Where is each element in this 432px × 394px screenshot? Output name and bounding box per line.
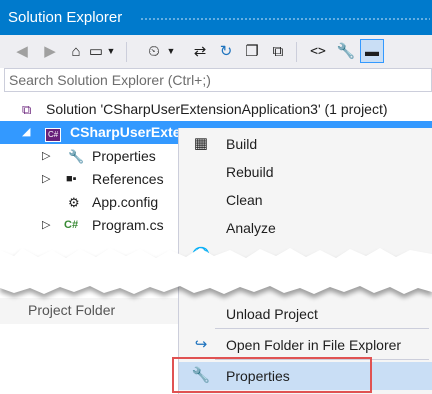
pin-icon[interactable]: ▬ (360, 39, 384, 63)
open-folder-arrow-icon: ↪ (194, 336, 208, 353)
solution-label: Solution 'CSharpUserExtensionApplication… (46, 101, 388, 117)
csharp-file-icon: C# (64, 219, 79, 231)
menu-item-clean[interactable]: Clean (179, 186, 432, 214)
dropdown-icon[interactable]: ▼ (104, 39, 118, 63)
window-title-bar: Solution Explorer (0, 0, 432, 35)
back-icon[interactable]: ◀ (10, 39, 34, 63)
collapse-all-icon[interactable]: ❐ (240, 39, 264, 63)
callout-highlight-box (172, 357, 372, 393)
collapsed-arrow-icon[interactable]: ▷ (42, 145, 50, 168)
build-icon: ▦ (193, 135, 209, 152)
title-grip (140, 17, 430, 22)
tree-item-solution[interactable]: ⧉ Solution 'CSharpUserExtensionApplicati… (0, 98, 432, 121)
expanded-arrow-icon[interactable]: ◢ (22, 121, 30, 144)
menu-item-label: Unload Project (226, 306, 318, 322)
menu-item-build[interactable]: ▦ Build (179, 130, 432, 158)
menu-item-open-folder[interactable]: ↪ Open Folder in File Explorer (179, 331, 432, 359)
csharp-project-icon: C# (45, 121, 62, 144)
forward-icon[interactable]: ▶ (38, 39, 62, 63)
project-folder-label: Project Folder (28, 302, 116, 318)
sync-icon[interactable]: ⇄ (188, 39, 212, 63)
torn-edge-graphic (0, 248, 432, 298)
code-icon[interactable]: <> (306, 39, 330, 63)
wrench-icon: 🔧 (68, 149, 85, 164)
history-icon[interactable]: ⏲ (142, 39, 166, 63)
tree-item-label: App.config (92, 194, 159, 210)
tree-item-label: Program.cs (92, 217, 164, 233)
references-icon: ■▪ (66, 173, 77, 185)
collapsed-arrow-icon[interactable]: ▷ (42, 214, 50, 237)
refresh-icon[interactable]: ↻ (214, 39, 238, 63)
toolbar: ◀ ▶ ⌂ ▭ ▼ ⏲ ▼ ⇄ ↻ ❐ ⧉ <> 🔧 ▬ (0, 35, 432, 68)
toolbar-separator (126, 42, 127, 62)
tree-item-label: Properties (92, 148, 156, 164)
collapsed-arrow-icon[interactable]: ▷ (42, 168, 50, 191)
menu-separator (215, 328, 429, 329)
solution-icon: ⧉ (22, 102, 32, 117)
search-input[interactable]: Search Solution Explorer (Ctrl+;) (4, 68, 432, 92)
menu-item-label: Build (226, 136, 258, 152)
toolbar-separator (296, 42, 297, 62)
menu-item-label: Clean (226, 192, 263, 208)
config-file-icon: ⚙ (68, 195, 80, 210)
dropdown-icon[interactable]: ▼ (164, 39, 178, 63)
menu-item-rebuild[interactable]: Rebuild (179, 158, 432, 186)
window-title: Solution Explorer (8, 9, 123, 26)
menu-item-label: Rebuild (226, 164, 274, 180)
project-label: CSharpUserExte (70, 124, 181, 140)
menu-item-label: Open Folder in File Explorer (226, 337, 402, 353)
wrench-icon[interactable]: 🔧 (334, 39, 358, 63)
menu-item-unload-project[interactable]: Unload Project (179, 300, 432, 328)
copy-icon[interactable]: ⧉ (266, 39, 290, 63)
tree-item-label: References (92, 171, 164, 187)
